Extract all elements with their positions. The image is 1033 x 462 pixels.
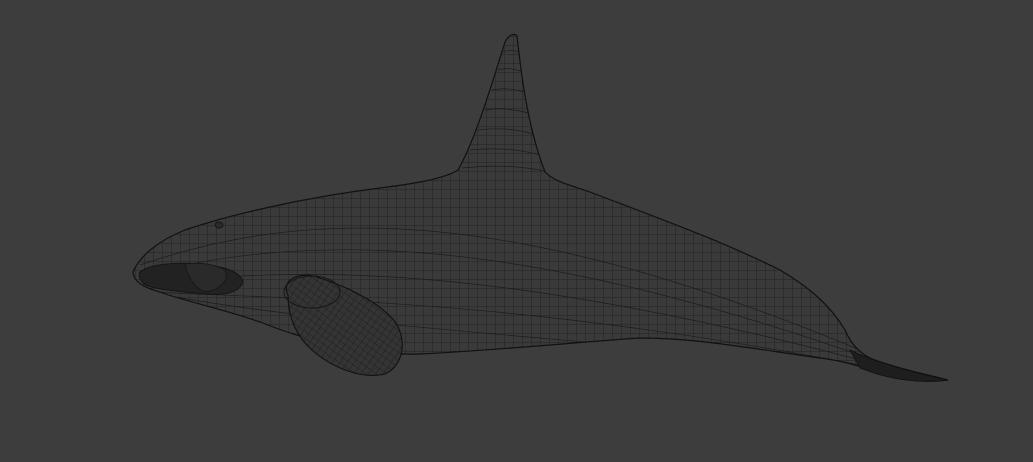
orca-eye: [214, 221, 224, 229]
orca-wireframe-model[interactable]: [0, 0, 1033, 462]
3d-viewport[interactable]: [0, 0, 1033, 462]
body-wireframe-grid: [133, 34, 948, 382]
